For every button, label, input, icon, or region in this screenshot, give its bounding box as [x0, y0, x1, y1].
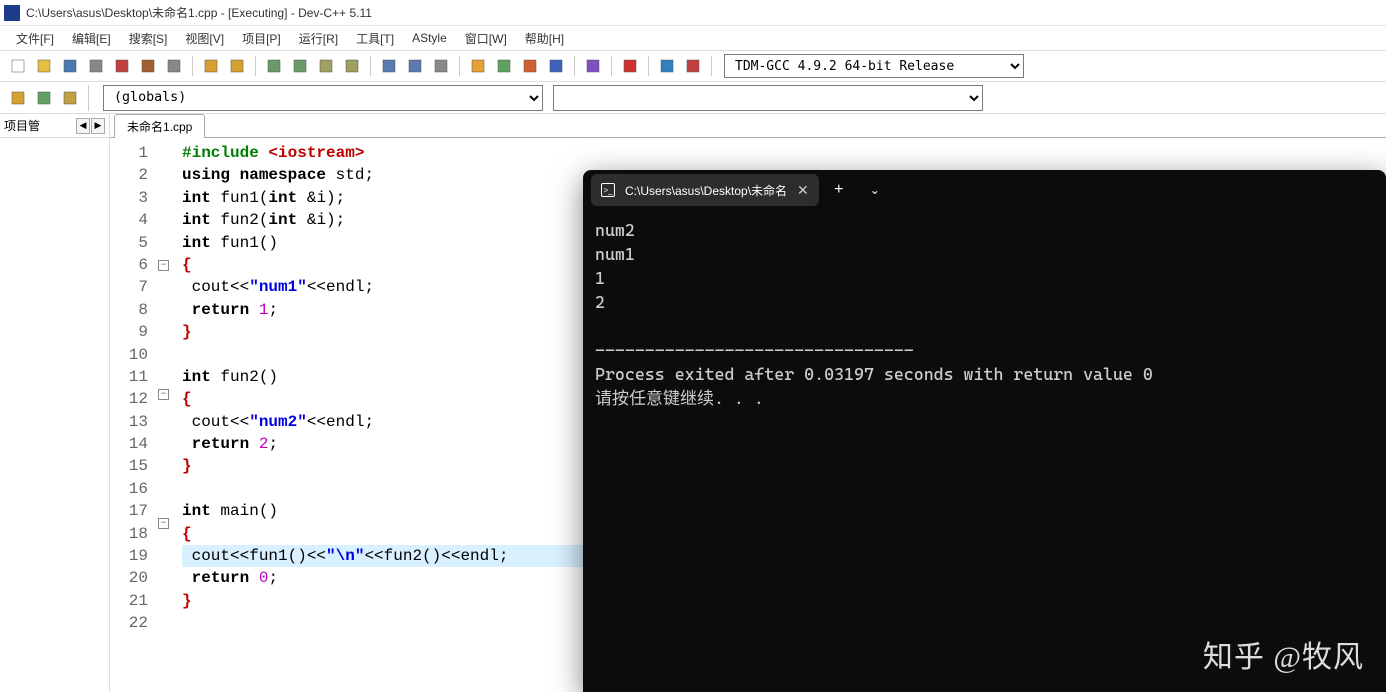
title-bar: C:\Users\asus\Desktop\未命名1.cpp - [Execut… — [0, 0, 1386, 26]
redo-icon[interactable] — [225, 54, 249, 78]
menu-窗口[interactable]: 窗口[W] — [457, 28, 515, 49]
replace-icon[interactable] — [288, 54, 312, 78]
bookmark-icon[interactable] — [429, 54, 453, 78]
stop-icon[interactable] — [618, 54, 642, 78]
class-dropdown[interactable] — [553, 85, 983, 111]
console-window: >_ C:\Users\asus\Desktop\未命名 ✕ + ⌄ num2 … — [583, 170, 1386, 692]
fold-column: −−− — [158, 138, 174, 692]
goto-icon[interactable] — [340, 54, 364, 78]
tab-dropdown-icon[interactable]: ⌄ — [859, 174, 891, 206]
menu-运行[interactable]: 运行[R] — [291, 28, 346, 49]
terminal-icon: >_ — [601, 183, 615, 197]
console-tab-bar: >_ C:\Users\asus\Desktop\未命名 ✕ + ⌄ — [583, 170, 1386, 210]
menu-编辑[interactable]: 编辑[E] — [64, 28, 119, 49]
open-file-icon[interactable] — [32, 54, 56, 78]
console-tab[interactable]: >_ C:\Users\asus\Desktop\未命名 ✕ — [591, 174, 819, 206]
console-tab-title: C:\Users\asus\Desktop\未命名 — [625, 182, 787, 199]
remove-file-icon[interactable] — [58, 86, 82, 110]
save-all-icon[interactable] — [84, 54, 108, 78]
close-icon[interactable] — [110, 54, 134, 78]
menu-文件[interactable]: 文件[F] — [8, 28, 62, 49]
compile-run-icon[interactable] — [518, 54, 542, 78]
close-icon[interactable]: ✕ — [797, 182, 809, 199]
new-file-icon[interactable] — [6, 54, 30, 78]
find-in-files-icon[interactable] — [314, 54, 338, 78]
rebuild-icon[interactable] — [544, 54, 568, 78]
save-icon[interactable] — [58, 54, 82, 78]
new-project-icon[interactable] — [6, 86, 30, 110]
console-output: num2 num1 1 2 --------------------------… — [583, 210, 1386, 692]
debug-icon[interactable] — [681, 54, 705, 78]
add-file-icon[interactable] — [32, 86, 56, 110]
menu-搜索[interactable]: 搜索[S] — [121, 28, 176, 49]
new-tab-button[interactable]: + — [823, 174, 855, 206]
window-title: C:\Users\asus\Desktop\未命名1.cpp - [Execut… — [26, 4, 372, 21]
main-toolbar: TDM-GCC 4.9.2 64-bit Release — [0, 50, 1386, 82]
debug-check-icon[interactable] — [581, 54, 605, 78]
sidebar-prev-icon[interactable]: ◀ — [76, 118, 90, 134]
second-toolbar: (globals) — [0, 82, 1386, 114]
project-sidebar: 项目管 ◀ ▶ — [0, 114, 110, 692]
menu-视图[interactable]: 视图[V] — [177, 28, 232, 49]
menu-帮助[interactable]: 帮助[H] — [517, 28, 572, 49]
menu-项目[interactable]: 项目[P] — [234, 28, 289, 49]
editor-tab[interactable]: 未命名1.cpp — [114, 114, 205, 138]
watermark: 知乎 @牧风 — [1191, 632, 1364, 676]
line-number-gutter: 12345678910111213141516171819202122 — [110, 138, 158, 692]
find-icon[interactable] — [262, 54, 286, 78]
compile-icon[interactable] — [466, 54, 490, 78]
menu-工具[interactable]: 工具[T] — [348, 28, 402, 49]
menu-astyle[interactable]: AStyle — [404, 29, 455, 47]
sidebar-title: 项目管 — [4, 117, 40, 134]
editor-tab-bar: 未命名1.cpp — [110, 114, 1386, 138]
forward-icon[interactable] — [403, 54, 427, 78]
close-all-icon[interactable] — [136, 54, 160, 78]
profile-icon[interactable] — [655, 54, 679, 78]
print-icon[interactable] — [162, 54, 186, 78]
app-icon — [4, 5, 20, 21]
menu-bar: 文件[F]编辑[E]搜索[S]视图[V]项目[P]运行[R]工具[T]AStyl… — [0, 26, 1386, 50]
run-icon[interactable] — [492, 54, 516, 78]
undo-icon[interactable] — [199, 54, 223, 78]
globals-dropdown[interactable]: (globals) — [103, 85, 543, 111]
back-icon[interactable] — [377, 54, 401, 78]
compiler-select[interactable]: TDM-GCC 4.9.2 64-bit Release — [724, 54, 1024, 78]
sidebar-next-icon[interactable]: ▶ — [91, 118, 105, 134]
